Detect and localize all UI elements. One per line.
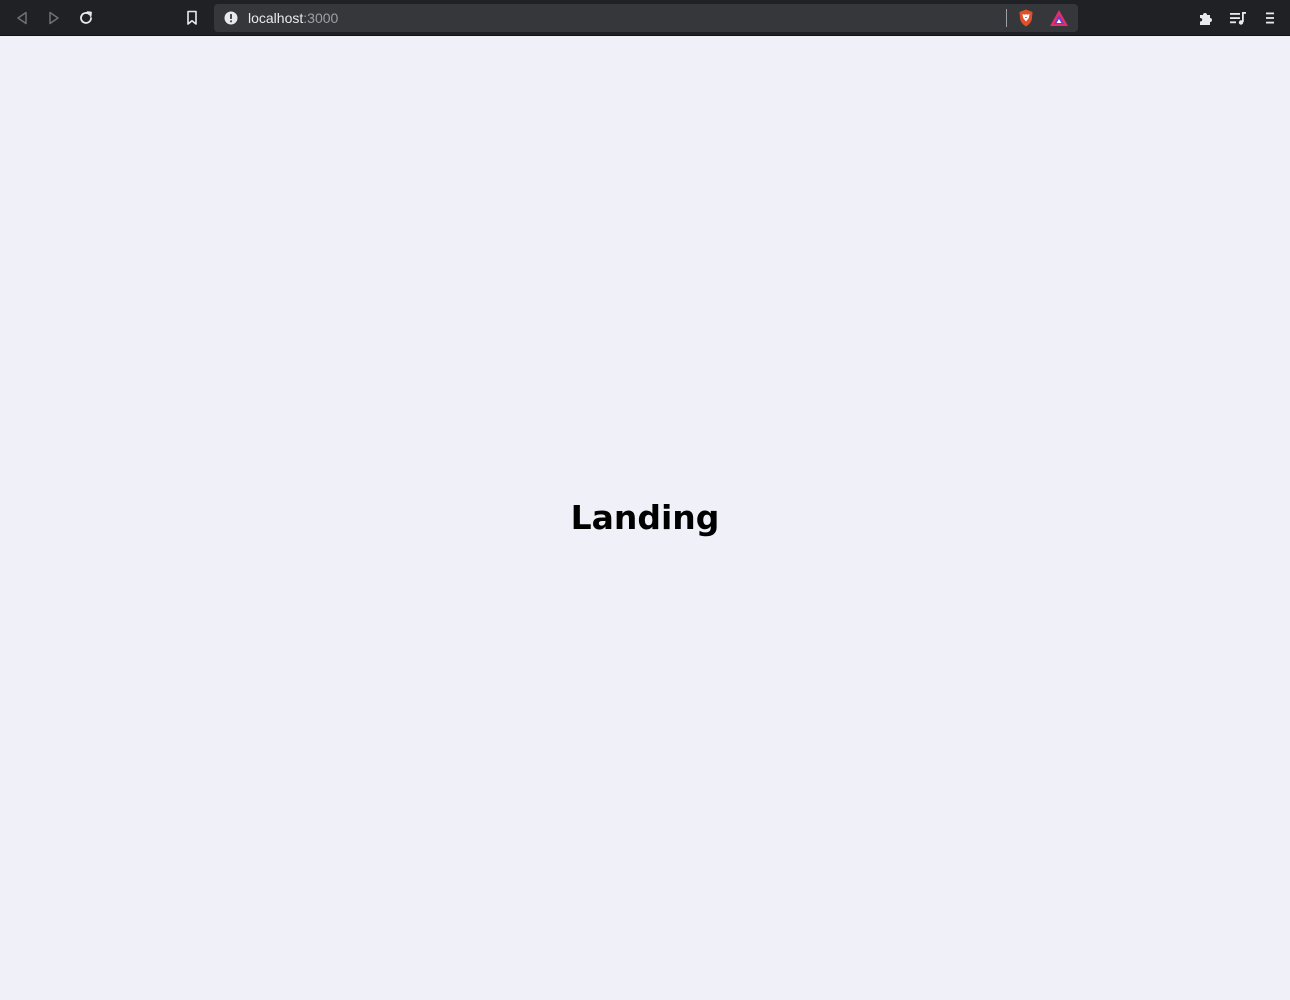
url-host: localhost xyxy=(248,10,304,26)
brave-shield-icon[interactable] xyxy=(1016,8,1036,28)
page-content: Landing xyxy=(0,37,1290,1000)
menu-button[interactable] xyxy=(1258,6,1282,30)
reload-button[interactable] xyxy=(74,6,98,30)
back-icon xyxy=(17,11,27,25)
page-title: Landing xyxy=(570,498,720,537)
browser-toolbar: localhost:3000 xyxy=(0,0,1290,36)
reload-icon xyxy=(80,11,92,24)
forward-button[interactable] xyxy=(42,6,66,30)
menu-icon xyxy=(1266,12,1274,24)
puzzle-icon xyxy=(1200,13,1212,25)
url-text[interactable]: localhost:3000 xyxy=(248,10,338,26)
forward-icon xyxy=(49,11,59,25)
back-button[interactable] xyxy=(10,6,34,30)
playlist-icon xyxy=(1230,12,1246,25)
playlist-button[interactable] xyxy=(1226,6,1250,30)
bookmark-button[interactable] xyxy=(180,6,204,30)
extensions-button[interactable] xyxy=(1194,6,1218,30)
address-bar[interactable]: localhost:3000 xyxy=(214,4,1078,32)
info-icon[interactable] xyxy=(224,11,238,25)
bookmark-icon xyxy=(187,10,197,25)
url-port: :3000 xyxy=(303,10,339,26)
omnibox-divider xyxy=(1006,9,1007,27)
brave-rewards-icon[interactable] xyxy=(1049,9,1069,27)
